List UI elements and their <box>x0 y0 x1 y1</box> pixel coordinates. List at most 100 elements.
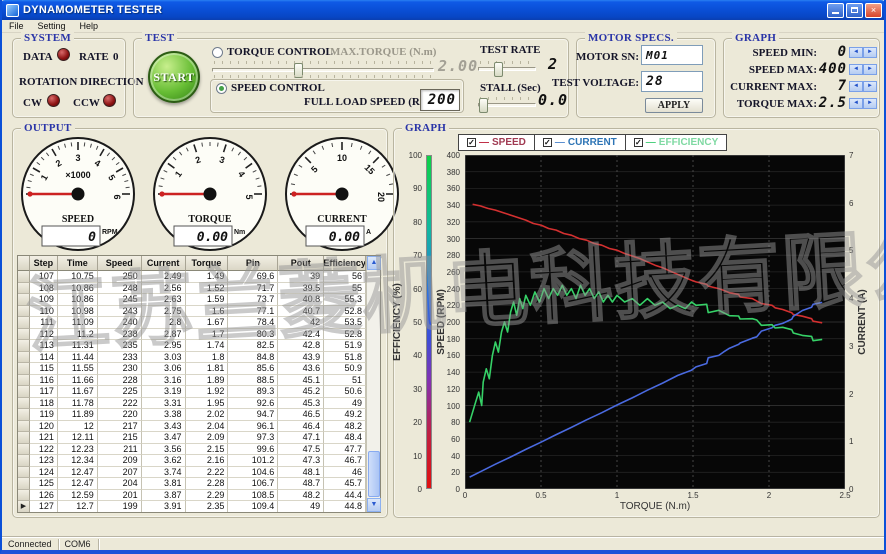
spin-left-button[interactable]: ◄ <box>849 64 863 75</box>
row-selector[interactable] <box>18 375 30 387</box>
table-row[interactable]: 11010.982432.751.677.140.752.8 <box>18 306 366 318</box>
table-cell: 126 <box>30 490 58 502</box>
table-row[interactable]: 11611.662283.161.8988.545.151 <box>18 375 366 387</box>
row-selector[interactable] <box>18 444 30 456</box>
max-torque-slider[interactable] <box>212 61 434 78</box>
start-button[interactable]: START <box>148 51 200 103</box>
row-selector[interactable] <box>18 329 30 341</box>
table-row[interactable]: 10710.752502.491.4969.63956 <box>18 271 366 283</box>
table-row[interactable]: 12212.232113.562.1599.647.547.7 <box>18 444 366 456</box>
restore-button[interactable] <box>846 3 863 18</box>
legend-item-efficiency[interactable]: ✓—EFFICIENCY <box>626 135 726 150</box>
table-cell: 120 <box>30 421 58 433</box>
row-selector[interactable] <box>18 478 30 490</box>
axis-tick-label: 10 <box>402 452 422 461</box>
table-scrollbar[interactable]: ▲ ▼ <box>366 256 380 512</box>
table-row[interactable]: 11211.22382.871.780.342.452.8 <box>18 329 366 341</box>
row-selector[interactable]: ▶ <box>18 501 30 512</box>
table-row[interactable]: 11411.442333.031.884.843.951.8 <box>18 352 366 364</box>
legend-checkbox[interactable]: ✓ <box>543 138 552 147</box>
axis-tick-label: 220 <box>440 301 460 310</box>
table-row[interactable]: 11911.892203.382.0294.746.549.2 <box>18 409 366 421</box>
table-row[interactable]: 11111.092402.81.6778.44253.5 <box>18 317 366 329</box>
table-row[interactable]: 10810.862482.561.5271.739.555 <box>18 283 366 295</box>
column-header: Speed <box>98 256 142 271</box>
spin-left-button[interactable]: ◄ <box>849 47 863 58</box>
table-row[interactable]: 12312.342093.622.16101.247.346.7 <box>18 455 366 467</box>
spin-right-button[interactable]: ► <box>863 98 877 109</box>
table-cell: 53.5 <box>324 317 366 329</box>
row-selector[interactable] <box>18 256 30 271</box>
row-selector[interactable] <box>18 306 30 318</box>
legend-item-current[interactable]: ✓—CURRENT <box>535 135 626 150</box>
menu-setting[interactable]: Setting <box>31 21 73 31</box>
spin-right-button[interactable]: ► <box>863 64 877 75</box>
scroll-down-button[interactable]: ▼ <box>367 498 381 512</box>
row-selector[interactable] <box>18 352 30 364</box>
apply-button[interactable]: APPLY <box>645 98 703 113</box>
scroll-up-button[interactable]: ▲ <box>367 256 381 270</box>
menu-help[interactable]: Help <box>73 21 106 31</box>
legend-item-speed[interactable]: ✓—SPEED <box>459 135 535 150</box>
table-row[interactable]: 11511.552303.061.8185.643.650.9 <box>18 363 366 375</box>
row-selector[interactable] <box>18 398 30 410</box>
table-row[interactable]: ▶12712.71993.912.35109.44944.8 <box>18 501 366 512</box>
minimize-button[interactable] <box>827 3 844 18</box>
table-row[interactable]: 12112.112153.472.0997.347.148.4 <box>18 432 366 444</box>
motor-sn-input[interactable]: M01 <box>641 45 703 65</box>
table-cell: 12.7 <box>58 501 98 512</box>
row-selector[interactable] <box>18 340 30 352</box>
table-row[interactable]: 120122173.432.0496.146.448.2 <box>18 421 366 433</box>
table-cell: 116 <box>30 375 58 387</box>
spin-right-button[interactable]: ► <box>863 47 877 58</box>
row-selector[interactable] <box>18 421 30 433</box>
graph-setting-value: 400 <box>819 61 847 77</box>
legend-checkbox[interactable]: ✓ <box>467 138 476 147</box>
row-selector[interactable] <box>18 490 30 502</box>
row-selector[interactable] <box>18 317 30 329</box>
stall-slider[interactable] <box>478 97 536 112</box>
row-selector[interactable] <box>18 409 30 421</box>
speed-control-label: SPEED CONTROL <box>231 82 325 94</box>
test-rate-slider[interactable] <box>478 61 536 76</box>
scrollbar-thumb[interactable] <box>368 451 380 497</box>
table-cell: 43.6 <box>278 363 324 375</box>
speed-control-radio[interactable] <box>216 83 227 94</box>
table-cell: 85.6 <box>228 363 278 375</box>
cw-label: CW <box>23 97 42 109</box>
spin-left-button[interactable]: ◄ <box>849 81 863 92</box>
close-button[interactable]: × <box>865 3 882 18</box>
row-selector[interactable] <box>18 386 30 398</box>
table-row[interactable]: 12512.472043.812.28106.748.745.7 <box>18 478 366 490</box>
table-row[interactable]: 12612.592013.872.29108.548.244.4 <box>18 490 366 502</box>
table-row[interactable]: 10910.862452.631.5973.740.855.3 <box>18 294 366 306</box>
test-rate-slider-thumb[interactable] <box>494 62 503 77</box>
title-bar[interactable]: DYNAMOMETER TESTER × <box>0 0 886 20</box>
menu-file[interactable]: File <box>2 21 31 31</box>
table-cell: 10.86 <box>58 294 98 306</box>
axis-tick-label: 40 <box>440 452 460 461</box>
table-cell: 1.95 <box>186 398 229 410</box>
row-selector[interactable] <box>18 271 30 283</box>
table-row[interactable]: 11311.312352.951.7482.542.851.9 <box>18 340 366 352</box>
axis-tick-label: 60 <box>440 435 460 444</box>
table-cell: 3.74 <box>142 467 186 479</box>
row-selector[interactable] <box>18 283 30 295</box>
row-selector[interactable] <box>18 467 30 479</box>
row-selector[interactable] <box>18 455 30 467</box>
stall-slider-thumb[interactable] <box>479 98 488 113</box>
spin-right-button[interactable]: ► <box>863 81 877 92</box>
table-row[interactable]: 12412.472073.742.22104.648.146 <box>18 467 366 479</box>
row-selector[interactable] <box>18 363 30 375</box>
test-voltage-label: TEST VOLTAGE: <box>552 77 639 89</box>
table-row[interactable]: 11811.782223.311.9592.645.349 <box>18 398 366 410</box>
row-selector[interactable] <box>18 432 30 444</box>
svg-text:5: 5 <box>244 194 254 199</box>
row-selector[interactable] <box>18 294 30 306</box>
torque-control-radio[interactable] <box>212 47 223 58</box>
table-cell: 1.59 <box>186 294 229 306</box>
legend-checkbox[interactable]: ✓ <box>634 138 643 147</box>
table-row[interactable]: 11711.672253.191.9289.345.250.6 <box>18 386 366 398</box>
test-voltage-input[interactable]: 28 <box>641 71 703 92</box>
spin-left-button[interactable]: ◄ <box>849 98 863 109</box>
